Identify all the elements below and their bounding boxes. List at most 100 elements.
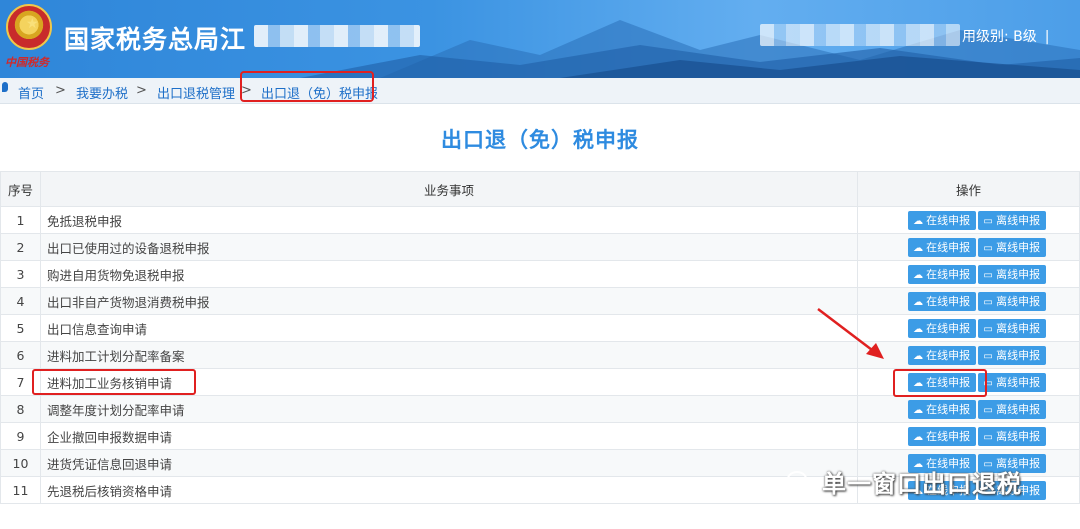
offline-declare-button[interactable]: ▭ 离线申报: [978, 210, 1047, 230]
online-declare-button[interactable]: ☁ 在线申报: [908, 345, 977, 365]
row-actions: ☁ 在线申报 ▭ 离线申报: [857, 287, 1080, 315]
online-declare-button[interactable]: ☁ 在线申报: [908, 291, 977, 311]
tax-emblem-icon: ★: [6, 4, 52, 50]
cloud-upload-icon: ☁: [913, 215, 924, 227]
online-declare-label: 在线申报: [926, 429, 971, 443]
offline-declare-label: 离线申报: [996, 375, 1041, 389]
row-item-name: 调整年度计划分配率申请: [39, 395, 859, 423]
row-actions: ☁ 在线申报 ▭ 离线申报: [857, 422, 1080, 450]
header-ops: 操作: [857, 171, 1080, 207]
header-item: 业务事项: [39, 171, 859, 207]
table-header-row: 序号 业务事项 操作: [0, 171, 1080, 207]
table-row: 8 调整年度计划分配率申请 ☁ 在线申报 ▭ 离线申报: [0, 395, 1080, 423]
offline-declare-label: 离线申报: [996, 429, 1041, 443]
online-declare-button[interactable]: ☁ 在线申报: [908, 264, 977, 284]
row-index: 8: [0, 395, 41, 423]
online-declare-button[interactable]: ☁ 在线申报: [908, 318, 977, 338]
breadcrumb-export-refund-mgmt[interactable]: 出口退税管理: [157, 83, 235, 102]
laptop-icon: ▭: [983, 404, 993, 416]
offline-declare-label: 离线申报: [996, 213, 1041, 227]
offline-declare-button[interactable]: ▭ 离线申报: [978, 318, 1047, 338]
cloud-upload-icon: ☁: [913, 296, 924, 308]
laptop-icon: ▭: [983, 350, 993, 362]
redacted-title-block: [254, 25, 420, 47]
cloud-upload-icon: ☁: [913, 269, 924, 281]
wechat-icon: [787, 471, 812, 491]
watermark-text: 单一窗口出口退税: [822, 470, 1022, 498]
table-row: 3 购进自用货物免退税申报 ☁ 在线申报 ▭ 离线申报: [0, 260, 1080, 288]
online-declare-label: 在线申报: [926, 267, 971, 281]
breadcrumb-separator: >: [136, 83, 147, 98]
offline-declare-button[interactable]: ▭ 离线申报: [978, 345, 1047, 365]
online-declare-button[interactable]: ☁ 在线申报: [908, 426, 977, 446]
offline-declare-button[interactable]: ▭ 离线申报: [978, 426, 1047, 446]
laptop-icon: ▭: [983, 215, 993, 227]
table-row: 1 免抵退税申报 ☁ 在线申报 ▭ 离线申报: [0, 206, 1080, 234]
cloud-upload-icon: ☁: [913, 242, 924, 254]
laptop-icon: ▭: [983, 323, 993, 335]
breadcrumb-home[interactable]: 首页: [18, 83, 44, 102]
annotation-box-online-button-7: [893, 369, 987, 397]
row-index: 11: [0, 476, 41, 504]
annotation-box-breadcrumb: [240, 71, 374, 102]
row-actions: ☁ 在线申报 ▭ 离线申报: [857, 233, 1080, 261]
page-title: 出口退（免）税申报: [441, 128, 639, 152]
laptop-icon: ▭: [983, 269, 993, 281]
cloud-upload-icon: ☁: [913, 404, 924, 416]
offline-declare-button[interactable]: ▭ 离线申报: [978, 372, 1047, 392]
table-row: 2 出口已使用过的设备退税申报 ☁ 在线申报 ▭ 离线申报: [0, 233, 1080, 261]
row-item-name: 进料加工计划分配率备案: [39, 341, 859, 369]
online-declare-label: 在线申报: [926, 402, 971, 416]
online-declare-button[interactable]: ☁ 在线申报: [908, 237, 977, 257]
breadcrumb: 首页 > 我要办税 > 出口退税管理 > 出口退（免）税申报: [0, 78, 1080, 104]
annotation-box-item-7: [32, 369, 196, 395]
row-index: 3: [0, 260, 41, 288]
online-declare-button[interactable]: ☁ 在线申报: [908, 210, 977, 230]
laptop-icon: ▭: [983, 431, 993, 443]
online-declare-label: 在线申报: [926, 240, 971, 254]
offline-declare-label: 离线申报: [996, 348, 1041, 362]
row-index: 5: [0, 314, 41, 342]
site-header: ★ 中国税务 国家税务总局江 用级别: B级 |: [0, 0, 1080, 78]
laptop-icon: ▭: [983, 296, 993, 308]
offline-declare-label: 离线申报: [996, 402, 1041, 416]
offline-declare-label: 离线申报: [996, 294, 1041, 308]
row-item-name: 免抵退税申报: [39, 206, 859, 234]
online-declare-label: 在线申报: [926, 294, 971, 308]
row-index: 4: [0, 287, 41, 315]
row-item-name: 出口已使用过的设备退税申报: [39, 233, 859, 261]
offline-declare-button[interactable]: ▭ 离线申报: [978, 399, 1047, 419]
breadcrumb-separator: >: [55, 83, 66, 98]
emblem-caption: 中国税务: [5, 56, 49, 69]
offline-declare-button[interactable]: ▭ 离线申报: [978, 291, 1047, 311]
row-index: 9: [0, 422, 41, 450]
table-row: 6 进料加工计划分配率备案 ☁ 在线申报 ▭ 离线申报: [0, 341, 1080, 369]
row-item-name: 出口信息查询申请: [39, 314, 859, 342]
breadcrumb-tax-service[interactable]: 我要办税: [76, 83, 128, 102]
declaration-table: 序号 业务事项 操作 1 免抵退税申报 ☁ 在线申报 ▭ 离线申报 2 出口已使用过的设备退税…: [0, 171, 1080, 504]
location-pin-icon: [2, 82, 8, 92]
online-declare-label: 在线申报: [926, 348, 971, 362]
table-row: 4 出口非自产货物退消费税申报 ☁ 在线申报 ▭ 离线申报: [0, 287, 1080, 315]
header-index: 序号: [0, 171, 41, 207]
row-item-name: 先退税后核销资格申请: [39, 476, 859, 504]
row-actions: ☁ 在线申报 ▭ 离线申报: [857, 260, 1080, 288]
offline-declare-button[interactable]: ▭ 离线申报: [978, 264, 1047, 284]
user-info-separator: |: [1044, 29, 1050, 45]
row-item-name: 进货凭证信息回退申请: [39, 449, 859, 477]
online-declare-button[interactable]: ☁ 在线申报: [908, 399, 977, 419]
laptop-icon: ▭: [983, 242, 993, 254]
row-item-name: 购进自用货物免退税申报: [39, 260, 859, 288]
offline-declare-label: 离线申报: [996, 267, 1041, 281]
cloud-upload-icon: ☁: [913, 323, 924, 335]
row-actions: ☁ 在线申报 ▭ 离线申报: [857, 206, 1080, 234]
row-index: 6: [0, 341, 41, 369]
row-actions: ☁ 在线申报 ▭ 离线申报: [857, 395, 1080, 423]
row-item-name: 企业撤回申报数据申请: [39, 422, 859, 450]
offline-declare-button[interactable]: ▭ 离线申报: [978, 237, 1047, 257]
offline-declare-label: 离线申报: [996, 240, 1041, 254]
cloud-upload-icon: ☁: [913, 350, 924, 362]
offline-declare-label: 离线申报: [996, 321, 1041, 335]
table-row: 9 企业撤回申报数据申请 ☁ 在线申报 ▭ 离线申报: [0, 422, 1080, 450]
row-index: 10: [0, 449, 41, 477]
